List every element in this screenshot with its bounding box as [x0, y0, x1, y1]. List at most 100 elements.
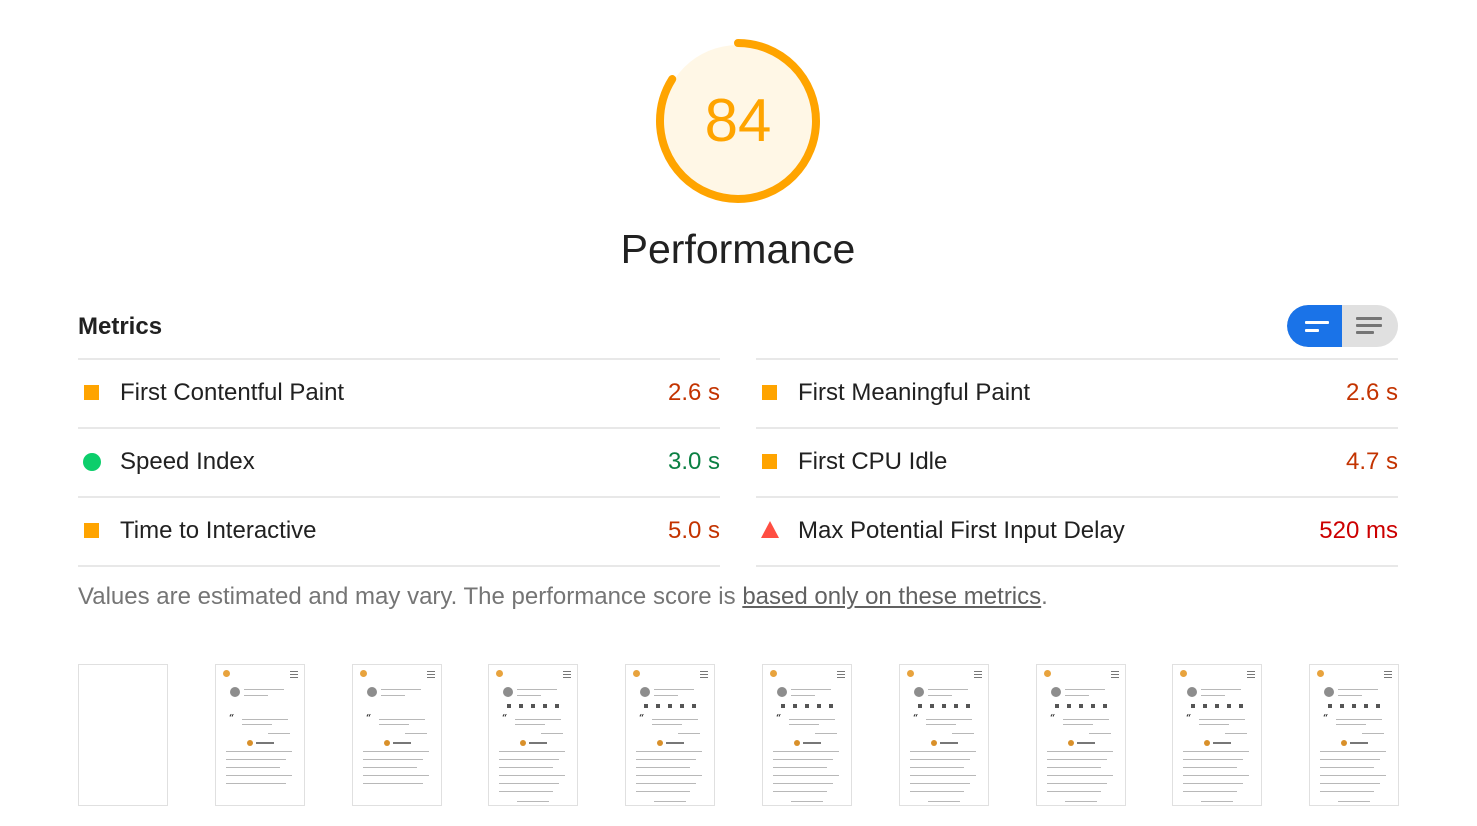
social-icon: [507, 704, 511, 708]
quote-icon: “: [229, 714, 235, 724]
body-text-line: [499, 775, 565, 776]
about-icon: [657, 740, 663, 746]
hamburger-menu-icon: [1247, 671, 1255, 678]
quote-author-line: [405, 733, 427, 734]
quote-author-line: [541, 733, 563, 734]
avatar: [503, 687, 513, 697]
social-icon: [1191, 704, 1195, 708]
quote-line: [652, 724, 682, 725]
filmstrip: “ “ “ “ “ “ “ “ “: [78, 664, 1399, 806]
filmstrip-frame: “: [352, 664, 442, 806]
body-text-line: [910, 783, 970, 784]
about-icon: [931, 740, 937, 746]
social-icon: [1239, 704, 1243, 708]
metric-label: Max Potential First Input Delay: [798, 517, 1125, 544]
filmstrip-frame: “: [762, 664, 852, 806]
social-icon: [781, 704, 785, 708]
header-text-line: [244, 689, 284, 690]
body-text-line: [1320, 775, 1386, 776]
body-text-line: [773, 791, 827, 792]
body-text-line: [226, 759, 286, 760]
metrics-link[interactable]: based only on these metrics: [742, 583, 1041, 610]
quote-icon: “: [366, 714, 372, 724]
body-text-line: [910, 791, 964, 792]
body-text-line: [1183, 767, 1237, 768]
quote-icon: “: [1323, 714, 1329, 724]
quote-author-line: [815, 733, 837, 734]
filmstrip-frame: “: [215, 664, 305, 806]
compact-view-button[interactable]: [1287, 305, 1342, 347]
header-text-line: [1201, 689, 1241, 690]
about-icon: [794, 740, 800, 746]
site-logo-icon: [907, 670, 914, 677]
site-logo-icon: [770, 670, 777, 677]
body-text-line: [636, 791, 690, 792]
body-text-line: [1320, 751, 1386, 752]
header-text-line: [791, 695, 815, 696]
quote-author-line: [678, 733, 700, 734]
social-icon: [644, 704, 648, 708]
average-square-icon: [762, 385, 777, 400]
about-icon: [247, 740, 253, 746]
performance-gauge: 84: [654, 37, 822, 205]
about-heading: [1213, 742, 1231, 744]
site-logo-icon: [1044, 670, 1051, 677]
social-icon: [829, 704, 833, 708]
about-heading: [803, 742, 821, 744]
body-text-line: [1320, 767, 1374, 768]
body-text-line: [636, 767, 690, 768]
social-icon: [1067, 704, 1071, 708]
quote-line: [789, 719, 835, 720]
social-icon: [531, 704, 535, 708]
body-text-line: [226, 767, 280, 768]
metric-first-cpu-idle: First CPU Idle 4.7 s: [756, 427, 1398, 496]
about-heading: [256, 742, 274, 744]
body-text-line: [636, 775, 702, 776]
site-logo-icon: [360, 670, 367, 677]
performance-score: 84: [704, 87, 772, 154]
social-icon: [519, 704, 523, 708]
metric-first-contentful-paint: First Contentful Paint 2.6 s: [78, 358, 720, 427]
social-icon: [966, 704, 970, 708]
note-text: Values are estimated and may vary. The p…: [78, 583, 743, 610]
quote-icon: “: [776, 714, 782, 724]
body-text-line: [773, 759, 833, 760]
avatar: [640, 687, 650, 697]
header-text-line: [1338, 689, 1378, 690]
social-icon: [1328, 704, 1332, 708]
body-text-line: [226, 775, 292, 776]
hamburger-menu-icon: [700, 671, 708, 678]
quote-author-line: [1362, 733, 1384, 734]
quote-icon: “: [502, 714, 508, 724]
site-logo-icon: [1317, 670, 1324, 677]
metric-label: First Meaningful Paint: [798, 379, 1031, 406]
hamburger-menu-icon: [563, 671, 571, 678]
body-text-line: [1320, 791, 1374, 792]
metric-speed-index: Speed Index 3.0 s: [78, 427, 720, 496]
body-text-line: [1047, 767, 1101, 768]
body-text-line: [363, 783, 423, 784]
footer-line: [654, 801, 686, 802]
metric-first-meaningful-paint: First Meaningful Paint 2.6 s: [756, 358, 1398, 427]
hamburger-menu-icon: [1384, 671, 1392, 678]
body-text-line: [499, 751, 565, 752]
quote-line: [789, 724, 819, 725]
header-text-line: [381, 695, 405, 696]
about-icon: [1204, 740, 1210, 746]
site-logo-icon: [633, 670, 640, 677]
social-icon: [543, 704, 547, 708]
quote-icon: “: [913, 714, 919, 724]
metric-label: Time to Interactive: [120, 517, 317, 544]
site-logo-icon: [1180, 670, 1187, 677]
quote-icon: “: [639, 714, 645, 724]
avatar: [1187, 687, 1197, 697]
body-text-line: [773, 751, 839, 752]
body-text-line: [499, 767, 553, 768]
about-icon: [1341, 740, 1347, 746]
social-icon: [680, 704, 684, 708]
body-text-line: [636, 751, 702, 752]
metric-value: 2.6 s: [667, 379, 720, 406]
expanded-view-button[interactable]: [1342, 305, 1397, 347]
view-toggle[interactable]: [1287, 305, 1398, 347]
social-icon: [930, 704, 934, 708]
